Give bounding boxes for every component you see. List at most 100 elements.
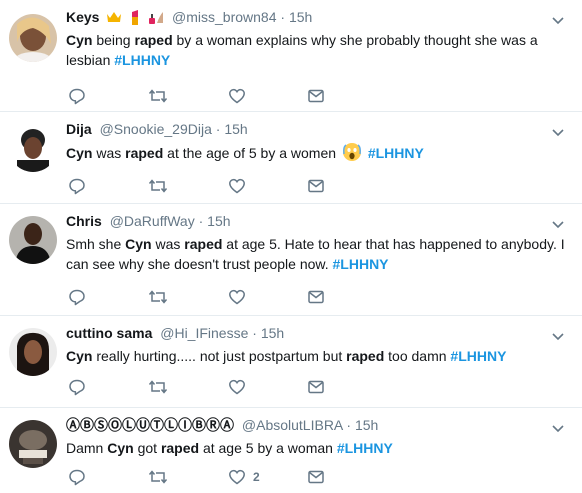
username-handle[interactable]: @miss_brown84: [172, 9, 276, 25]
chevron-down-icon[interactable]: [550, 216, 566, 232]
reply-button[interactable]: [68, 176, 86, 196]
retweet-button[interactable]: [148, 467, 168, 487]
hashtag-link[interactable]: #LHHNY: [333, 256, 389, 272]
tweet[interactable]: cuttino sama @Hi_IFinesse · 15h Cyn real…: [0, 316, 582, 408]
direct-message-button[interactable]: [307, 176, 325, 196]
text-segment: at age 5 by a woman: [199, 440, 337, 456]
avatar[interactable]: [9, 124, 57, 172]
tweet[interactable]: Dija @Snookie_29Dija · 15h Cyn was raped…: [0, 112, 582, 204]
reply-button[interactable]: [68, 377, 86, 397]
like-button[interactable]: [228, 287, 253, 307]
highlighted-keyword: Cyn: [125, 236, 152, 252]
like-icon: [228, 87, 246, 105]
highlighted-keyword: Cyn: [66, 32, 93, 48]
reply-icon: [68, 288, 86, 306]
username-handle[interactable]: @AbsolutLIBRA: [242, 417, 343, 433]
tweet-header: Keys @miss_brown84 · 15h: [66, 8, 542, 29]
hashtag-link[interactable]: #LHHNY: [114, 52, 170, 68]
display-name[interactable]: Keys: [66, 9, 99, 25]
hashtag-link[interactable]: #LHHNY: [337, 440, 393, 456]
retweet-button[interactable]: [148, 377, 168, 397]
tweet[interactable]: Keys @miss_brown84 · 15h Cyn being raped…: [0, 0, 582, 112]
reply-button[interactable]: [68, 287, 86, 307]
username-handle[interactable]: @DaRuffWay: [110, 213, 195, 229]
tweet-text: Smh she Cyn was raped at age 5. Hate to …: [66, 234, 566, 274]
text-segment: really hurting..... not just postpartum …: [92, 348, 347, 364]
retweet-button[interactable]: [148, 86, 168, 106]
nail-polish-emoji: [148, 9, 164, 29]
chevron-down-icon[interactable]: [550, 12, 566, 28]
timestamp[interactable]: 15h: [289, 9, 312, 25]
retweet-icon: [148, 378, 168, 396]
direct-message-icon: [307, 468, 325, 486]
reply-icon: [68, 378, 86, 396]
hashtag-link[interactable]: #LHHNY: [368, 145, 424, 161]
like-count: 2: [253, 470, 260, 484]
direct-message-button[interactable]: [307, 467, 325, 487]
tweet-text: Cyn really hurting..... not just postpar…: [66, 346, 566, 366]
tweet-actions: [0, 287, 582, 307]
lipstick-emoji: [129, 9, 141, 29]
text-segment: Smh she: [66, 236, 126, 252]
tweet-feed: Keys @miss_brown84 · 15h Cyn being raped…: [0, 0, 582, 493]
like-button[interactable]: [228, 86, 253, 106]
display-name[interactable]: Dija: [66, 121, 92, 137]
highlighted-keyword: Cyn: [107, 440, 134, 456]
text-segment: was: [151, 236, 185, 252]
tweet-text: Cyn being raped by a woman explains why …: [66, 30, 566, 70]
direct-message-icon: [307, 378, 325, 396]
avatar[interactable]: [9, 328, 57, 376]
direct-message-icon: [307, 288, 325, 306]
direct-message-button[interactable]: [307, 287, 325, 307]
direct-message-button[interactable]: [307, 86, 325, 106]
retweet-button[interactable]: [148, 287, 168, 307]
display-name[interactable]: ⒶⒷⓈⓄⓁⓊⓉⓁⒾⒷⓇⒶ: [66, 417, 234, 433]
like-icon: [228, 177, 246, 195]
chevron-down-icon[interactable]: [550, 124, 566, 140]
reply-icon: [68, 87, 86, 105]
retweet-button[interactable]: [148, 176, 168, 196]
timestamp[interactable]: 15h: [207, 213, 230, 229]
highlighted-keyword: raped: [184, 236, 223, 252]
username-handle[interactable]: @Snookie_29Dija: [100, 121, 212, 137]
avatar[interactable]: [9, 216, 57, 264]
retweet-icon: [148, 177, 168, 195]
reply-icon: [68, 468, 86, 486]
timestamp[interactable]: 15h: [355, 417, 378, 433]
hashtag-link[interactable]: #LHHNY: [450, 348, 506, 364]
like-button[interactable]: [228, 377, 253, 397]
username-handle[interactable]: @Hi_IFinesse: [160, 325, 248, 341]
highlighted-keyword: raped: [125, 145, 164, 161]
display-name[interactable]: Chris: [66, 213, 102, 229]
text-segment: being: [92, 32, 135, 48]
tweet[interactable]: Chris @DaRuffWay · 15h Smh she Cyn was r…: [0, 204, 582, 316]
display-name[interactable]: cuttino sama: [66, 325, 152, 341]
avatar[interactable]: [9, 14, 57, 62]
reply-button[interactable]: [68, 86, 86, 106]
chevron-down-icon[interactable]: [550, 420, 566, 436]
separator-dot: ·: [280, 9, 286, 25]
separator-dot: ·: [346, 417, 352, 433]
direct-message-icon: [307, 177, 325, 195]
direct-message-button[interactable]: [307, 377, 325, 397]
text-segment: was: [92, 145, 126, 161]
like-button[interactable]: 2: [228, 467, 260, 487]
tweet-header: ⒶⒷⓈⓄⓁⓊⓉⓁⒾⒷⓇⒶ @AbsolutLIBRA · 15h: [66, 416, 542, 434]
like-button[interactable]: [228, 176, 253, 196]
highlighted-keyword: raped: [160, 440, 200, 456]
tweet-actions: [0, 86, 582, 106]
tweet[interactable]: ⒶⒷⓈⓄⓁⓊⓉⓁⒾⒷⓇⒶ @AbsolutLIBRA · 15h Damn Cy…: [0, 408, 582, 493]
timestamp[interactable]: 15h: [224, 121, 247, 137]
tweet-actions: [0, 377, 582, 397]
timestamp[interactable]: 15h: [261, 325, 284, 341]
highlighted-keyword: raped: [346, 348, 385, 364]
highlighted-keyword: Cyn: [66, 348, 93, 364]
text-segment: Damn: [66, 440, 108, 456]
avatar[interactable]: [9, 420, 57, 468]
text-segment: at the age of 5 by a women: [163, 145, 340, 161]
like-icon: [228, 468, 246, 486]
chevron-down-icon[interactable]: [550, 328, 566, 344]
reply-button[interactable]: [68, 467, 86, 487]
highlighted-keyword: Cyn: [66, 145, 93, 161]
tweet-header: cuttino sama @Hi_IFinesse · 15h: [66, 324, 542, 342]
